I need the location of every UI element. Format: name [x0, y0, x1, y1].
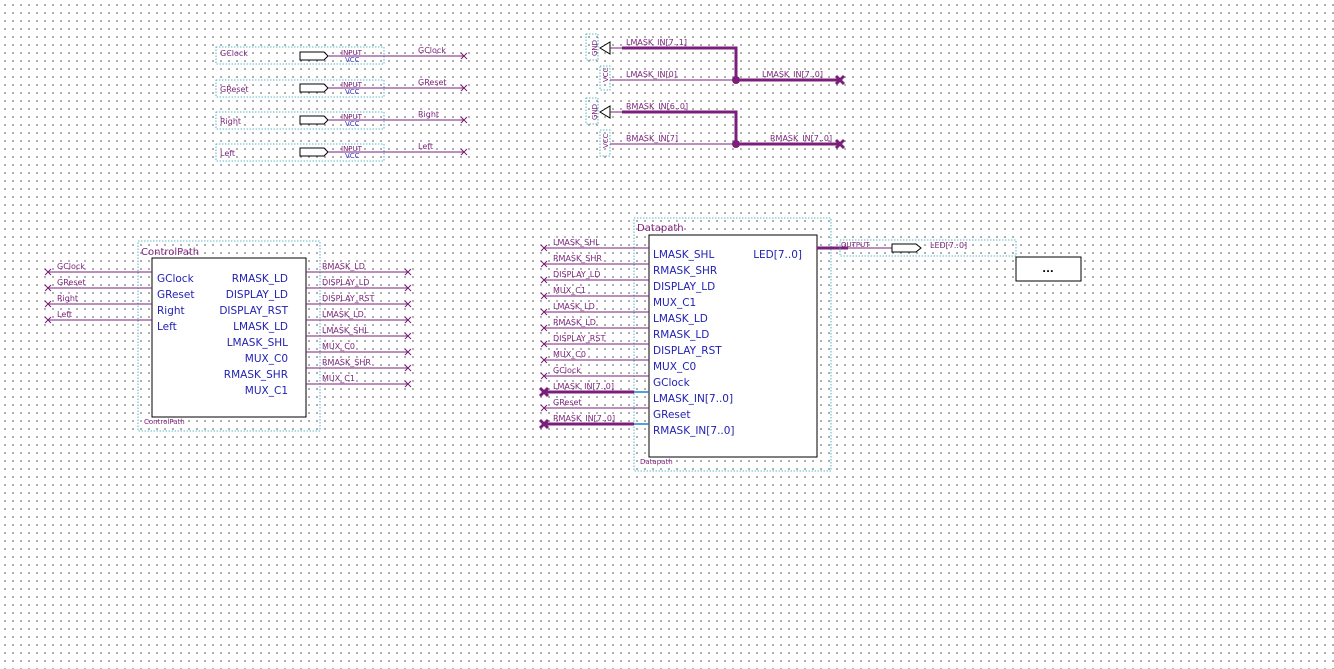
- wire-label: RMASK_SHR: [553, 254, 602, 263]
- input-pin-gclock[interactable]: GClock INPUT VCC GClock: [215, 46, 468, 65]
- port-label: MUX_C1: [245, 385, 288, 397]
- wire-label: GReset: [553, 398, 582, 407]
- port-label: GReset: [157, 289, 194, 301]
- port-label: MUX_C1: [653, 297, 696, 309]
- net-label: GClock: [418, 46, 446, 55]
- port-label: LMASK_SHL: [653, 249, 714, 261]
- port-label: GClock: [157, 273, 195, 285]
- port-label: RMASK_LD: [653, 329, 709, 341]
- gnd-label: GND: [591, 40, 599, 56]
- wire-label: MUX_C0: [322, 342, 355, 351]
- output-pin-name: LED[7..0]: [930, 241, 967, 250]
- port-label: LMASK_SHL: [227, 337, 288, 349]
- port-label: Right: [157, 305, 185, 317]
- bus-label-out: RMASK_IN[7..0]: [770, 134, 832, 143]
- more-button[interactable]: ...: [1015, 256, 1082, 282]
- datapath-block[interactable]: Datapath Datapath LMASK_SHL RMASK_SHR DI…: [538, 217, 832, 472]
- wire-label: MUX_C1: [553, 286, 586, 295]
- input-pin-greset[interactable]: GReset INPUT VCC GReset: [215, 78, 468, 98]
- wire-label: RMASK_SHR: [322, 358, 371, 367]
- block-title: Datapath: [637, 223, 684, 234]
- pin-type: OUTPUT: [841, 241, 870, 249]
- block-instance: Datapath: [640, 458, 673, 466]
- input-pin-name: Right: [220, 117, 241, 126]
- vcc-label: VCC: [602, 133, 610, 148]
- wire-label: RMASK_LD: [322, 262, 365, 271]
- controlpath-block[interactable]: ControlPath ControlPath GClock GReset Ri…: [44, 240, 412, 432]
- wire-label: DISPLAY_RST: [553, 334, 605, 343]
- wire-label: GClock: [553, 366, 581, 375]
- pin-sub: VCC: [345, 120, 360, 128]
- port-label: RMASK_IN[7..0]: [653, 425, 735, 437]
- port-label: LMASK_IN[7..0]: [653, 393, 733, 405]
- input-pin-name: GClock: [220, 49, 248, 58]
- port-label: GReset: [653, 409, 690, 421]
- wire-label: MUX_C1: [322, 374, 355, 383]
- wire-label: MUX_C0: [553, 350, 586, 359]
- net-label: Left: [418, 142, 433, 151]
- port-label: LMASK_LD: [233, 321, 288, 333]
- controlpath-output-wires: RMASK_LD DISPLAY_LD DISPLAY_RST LMASK_LD…: [306, 262, 412, 388]
- net-label: Right: [418, 110, 439, 119]
- wire-label: LMASK_IN[7..0]: [553, 382, 614, 391]
- gnd-icon: [599, 41, 611, 55]
- vcc-label: VCC: [602, 67, 610, 82]
- bus-label-hi: RMASK_IN[6..0]: [626, 102, 688, 111]
- port-label-output: LED[7..0]: [753, 249, 802, 261]
- wire-label: RMASK_IN[7..0]: [553, 414, 615, 423]
- pin-sub: VCC: [345, 152, 360, 160]
- output-pin-led[interactable]: OUTPUT LED[7..0]: [817, 239, 1017, 257]
- net-label: GReset: [418, 78, 447, 87]
- port-label: RMASK_LD: [232, 273, 288, 285]
- schematic-canvas[interactable]: GClock INPUT VCC GClock GReset INPUT VCC…: [0, 0, 1334, 669]
- port-label: MUX_C0: [245, 353, 288, 365]
- block-title: ControlPath: [141, 247, 199, 258]
- wire-label: GClock: [57, 262, 85, 271]
- wire-label: LMASK_SHL: [322, 326, 369, 335]
- bus-label-out: LMASK_IN[7..0]: [762, 70, 823, 79]
- rmask-bus-group[interactable]: GND RMASK_IN[6..0] VCC RMASK_IN[7] RMASK…: [585, 97, 846, 157]
- wire-label: GReset: [57, 278, 86, 287]
- input-pin-name: Left: [220, 149, 235, 158]
- wire-label: LMASK_LD: [322, 310, 364, 319]
- bus-label-hi: LMASK_IN[7..1]: [626, 38, 687, 47]
- wire-label: Left: [57, 310, 72, 319]
- wire-label: RMASK_LD: [553, 318, 596, 327]
- port-label: RMASK_SHR: [653, 265, 717, 277]
- port-label: DISPLAY_LD: [653, 281, 715, 293]
- lmask-bus-group[interactable]: GND LMASK_IN[7..1] VCC LMASK_IN[0] LMASK…: [585, 33, 846, 91]
- wire-label: DISPLAY_RST: [322, 294, 374, 303]
- port-label: MUX_C0: [653, 361, 696, 373]
- input-pin-right[interactable]: Right INPUT VCC Right: [215, 110, 468, 130]
- port-label: LMASK_LD: [653, 313, 708, 325]
- gnd-icon: [599, 105, 611, 119]
- controlpath-input-wires: GClock GReset Right Left: [44, 262, 152, 324]
- datapath-input-wires: LMASK_SHL RMASK_SHR DISPLAY_LD MUX_C1 LM…: [538, 238, 649, 430]
- port-label: DISPLAY_RST: [219, 305, 288, 317]
- gnd-label: GND: [591, 104, 599, 120]
- wire-label: LMASK_SHL: [553, 238, 600, 247]
- block-instance: ControlPath: [144, 418, 185, 426]
- wire-label: Right: [57, 294, 78, 303]
- pin-sub: VCC: [345, 88, 360, 96]
- wire-label: DISPLAY_LD: [322, 278, 369, 287]
- wire-label: LMASK_LD: [553, 302, 595, 311]
- port-label: DISPLAY_LD: [226, 289, 288, 301]
- port-label: DISPLAY_RST: [653, 345, 722, 357]
- port-label: GClock: [653, 377, 691, 389]
- more-label: ...: [1042, 264, 1053, 275]
- input-pin-left[interactable]: Left INPUT VCC Left: [215, 142, 468, 162]
- pin-sub: VCC: [345, 56, 360, 64]
- bus-label-lo: RMASK_IN[7]: [626, 134, 678, 143]
- input-pin-name: GReset: [220, 85, 249, 94]
- port-label: Left: [157, 321, 177, 333]
- bus-label-lo: LMASK_IN[0]: [626, 70, 677, 79]
- wire-label: DISPLAY_LD: [553, 270, 600, 279]
- port-label: RMASK_SHR: [224, 369, 288, 381]
